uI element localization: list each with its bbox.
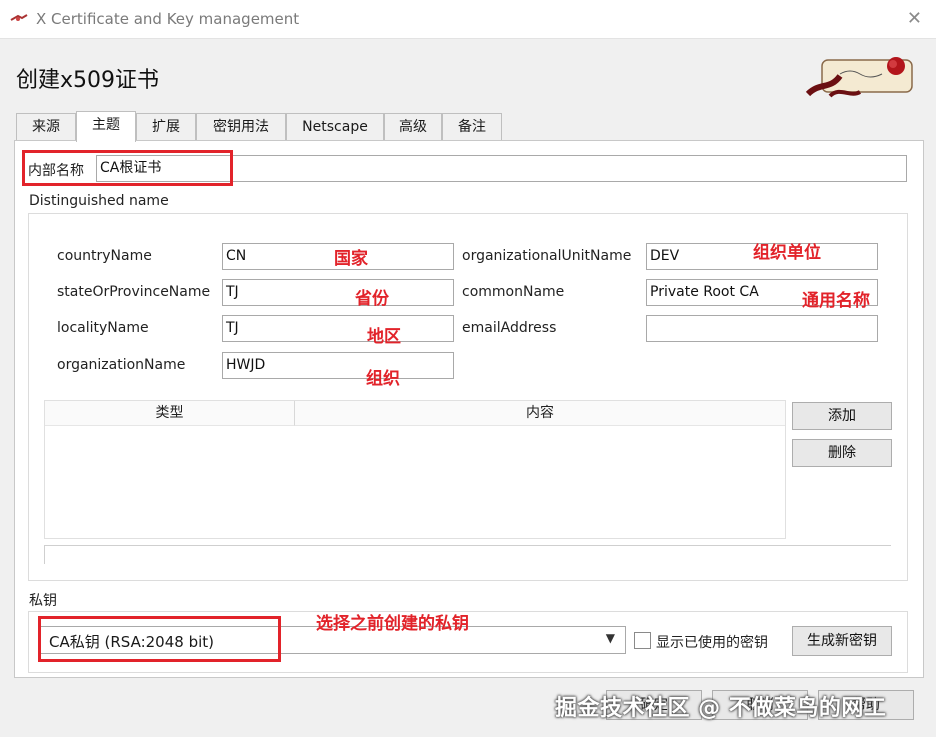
tab-extensions[interactable]: 扩展 — [136, 113, 196, 141]
tab-advanced[interactable]: 高级 — [384, 113, 442, 141]
highlight-private-key — [38, 616, 281, 662]
tab-comment[interactable]: 备注 — [442, 113, 502, 141]
annotation-org-unit: 组织单位 — [753, 243, 821, 263]
column-header-content[interactable]: 内容 — [295, 401, 785, 426]
close-icon[interactable]: ✕ — [907, 8, 922, 29]
add-entry-button[interactable]: 添加 — [792, 402, 892, 430]
window-title: X Certificate and Key management — [36, 10, 300, 28]
column-header-type[interactable]: 类型 — [45, 401, 295, 426]
tab-source[interactable]: 来源 — [16, 113, 76, 141]
annotation-organization: 组织 — [366, 369, 400, 389]
show-used-keys-checkbox[interactable] — [634, 632, 651, 649]
tab-netscape[interactable]: Netscape — [286, 113, 384, 141]
watermark-text: 掘金技术社区 @ 不做菜鸟的网工 — [555, 696, 887, 721]
email-address-label: emailAddress — [462, 320, 557, 336]
org-unit-name-label: organizationalUnitName — [462, 248, 632, 264]
annotation-locality: 地区 — [367, 327, 401, 347]
organization-name-label: organizationName — [57, 357, 186, 373]
title-bar: X Certificate and Key management ✕ — [0, 0, 936, 39]
tab-subject[interactable]: 主题 — [76, 111, 136, 142]
annotation-country: 国家 — [334, 249, 368, 269]
xca-logo-image — [805, 57, 913, 98]
show-used-keys-label: 显示已使用的密钥 — [656, 635, 768, 651]
tab-key-usage[interactable]: 密钥用法 — [196, 113, 286, 141]
organization-name-input[interactable]: HWJD — [222, 352, 454, 379]
generate-key-button[interactable]: 生成新密钥 — [792, 626, 892, 656]
state-province-input[interactable]: TJ — [222, 279, 454, 306]
private-key-group-label: 私钥 — [29, 593, 57, 609]
dn-group-label: Distinguished name — [29, 193, 169, 209]
locality-name-input[interactable]: TJ — [222, 315, 454, 342]
annotation-state: 省份 — [355, 289, 389, 309]
highlight-internal-name — [22, 150, 233, 186]
common-name-label: commonName — [462, 284, 565, 300]
annotation-common-name: 通用名称 — [802, 291, 870, 311]
locality-name-label: localityName — [57, 320, 149, 336]
chevron-down-icon: ▼ — [605, 631, 615, 645]
page-title: 创建x509证书 — [16, 68, 160, 93]
dn-entries-table[interactable]: 类型 内容 — [44, 400, 786, 539]
country-name-label: countryName — [57, 248, 152, 264]
annotation-private-key-hint: 选择之前创建的私钥 — [316, 614, 469, 634]
horizontal-scrollbar[interactable] — [44, 545, 891, 564]
delete-entry-button[interactable]: 删除 — [792, 439, 892, 467]
xca-app-icon — [10, 14, 28, 21]
state-province-label: stateOrProvinceName — [57, 284, 211, 300]
email-address-input[interactable] — [646, 315, 878, 342]
